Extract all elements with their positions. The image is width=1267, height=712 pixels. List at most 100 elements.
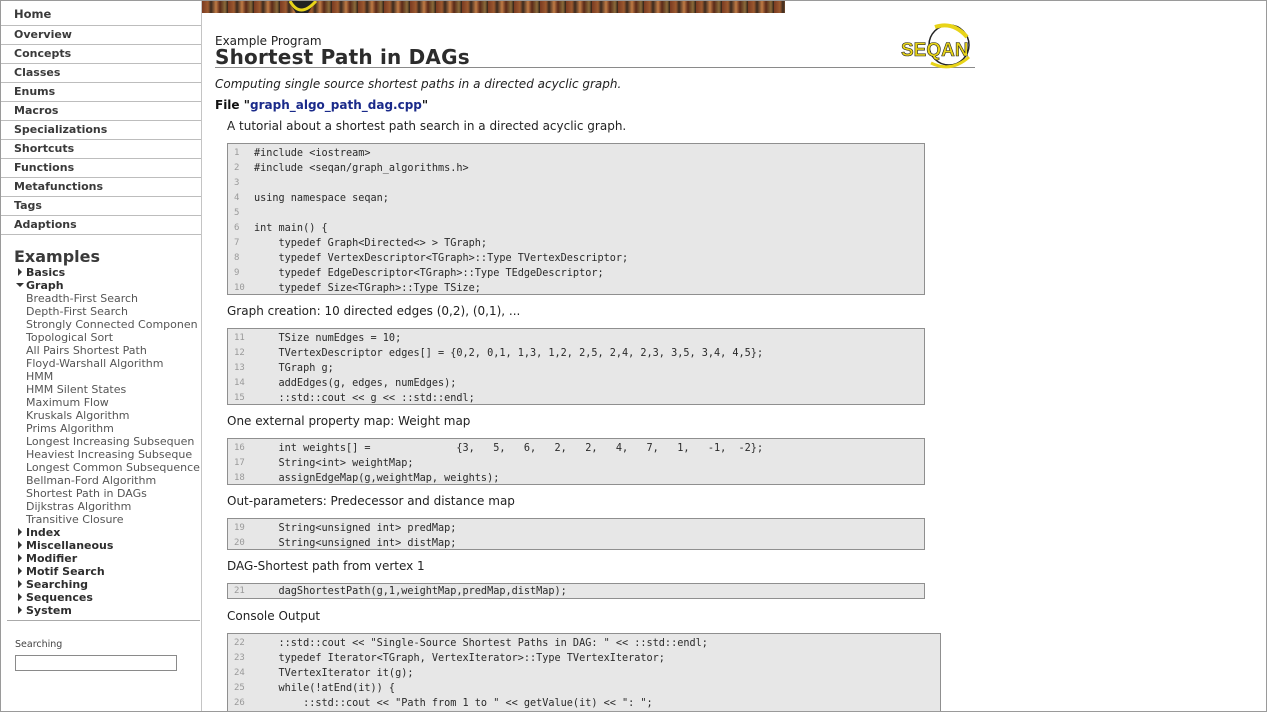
sidebar-divider <box>7 620 200 621</box>
collapsed-triangle-icon <box>18 541 22 549</box>
code-block: 11 TSize numEdges = 10; 12 TVertexDescri… <box>227 328 925 405</box>
example-link[interactable]: All Pairs Shortest Path <box>1 344 201 357</box>
line-number: 16 <box>234 443 245 453</box>
example-link[interactable]: Prims Algorithm <box>1 422 201 435</box>
tree-category-label: Searching <box>26 578 89 591</box>
line-number: 17 <box>234 458 245 468</box>
tree-category-system[interactable]: System <box>1 604 201 617</box>
tree-category-motif-search[interactable]: Motif Search <box>1 565 201 578</box>
line-number: 10 <box>234 283 245 293</box>
line-number: 4 <box>234 193 240 203</box>
code-line: 24 TVertexIterator it(g); <box>228 666 940 681</box>
code-line: 5 <box>228 206 924 221</box>
graph-items-container: Breadth-First Search Depth-First Search … <box>1 292 201 526</box>
code-text: while(!atEnd(it)) { <box>254 683 396 694</box>
section-description: One external property map: Weight map <box>227 414 471 428</box>
examples-tree: Basics Graph Breadth-First Search Depth-… <box>1 266 201 617</box>
line-number: 3 <box>234 178 240 188</box>
graph-example-list: Breadth-First Search Depth-First Search … <box>1 292 201 526</box>
tree-category-miscellaneous[interactable]: Miscellaneous <box>1 539 201 552</box>
example-link[interactable]: Depth-First Search <box>1 305 201 318</box>
code-text: typedef VertexDescriptor<TGraph>::Type T… <box>254 253 629 264</box>
browser-viewport: Home Overview Concepts Classes Enums Mac… <box>0 0 1267 712</box>
tree-category-modifier[interactable]: Modifier <box>1 552 201 565</box>
file-line: File "graph_algo_path_dag.cpp" <box>215 98 428 112</box>
nav-home[interactable]: Home <box>1 1 201 26</box>
code-text: String<unsigned int> distMap; <box>254 538 457 549</box>
example-link[interactable]: Floyd-Warshall Algorithm <box>1 357 201 370</box>
line-number: 23 <box>234 653 245 663</box>
collapsed-triangle-icon <box>18 593 22 601</box>
code-line: 8 typedef VertexDescriptor<TGraph>::Type… <box>228 251 924 266</box>
line-number: 26 <box>234 698 245 708</box>
code-block: 21 dagShortestPath(g,1,weightMap,predMap… <box>227 583 925 599</box>
line-number: 18 <box>234 473 245 483</box>
code-line: 1 #include <iostream> <box>228 146 924 161</box>
search-input[interactable] <box>15 655 177 671</box>
code-text: addEdges(g, edges, numEdges); <box>254 378 457 389</box>
collapsed-triangle-icon <box>18 554 22 562</box>
code-line: 10 typedef Size<TGraph>::Type TSize; <box>228 281 924 296</box>
example-link[interactable]: Heaviest Increasing Subseque <box>1 448 201 461</box>
example-link[interactable]: Dijkstras Algorithm <box>1 500 201 513</box>
line-number: 11 <box>234 333 245 343</box>
line-number: 8 <box>234 253 240 263</box>
tree-category-index[interactable]: Index <box>1 526 201 539</box>
nav-tags[interactable]: Tags <box>1 197 201 216</box>
code-text: typedef Graph<Directed<> > TGraph; <box>254 238 488 249</box>
code-text: TVertexIterator it(g); <box>254 668 414 679</box>
code-line: 16 int weights[] = {3, 5, 6, 2, 2, 4, 7,… <box>228 441 924 456</box>
example-link[interactable]: Kruskals Algorithm <box>1 409 201 422</box>
code-text: int main() { <box>254 223 328 234</box>
tree-category-basics[interactable]: Basics <box>1 266 201 279</box>
example-link[interactable]: Strongly Connected Componen <box>1 318 201 331</box>
nav-metafunctions[interactable]: Metafunctions <box>1 178 201 197</box>
nav-specializations[interactable]: Specializations <box>1 121 201 140</box>
page-title: Shortest Path in DAGs <box>215 45 470 69</box>
example-link[interactable]: Longest Common Subsequence <box>1 461 201 474</box>
code-text: TSize numEdges = 10; <box>254 333 402 344</box>
file-link[interactable]: graph_algo_path_dag.cpp <box>250 98 422 112</box>
code-text: String<int> weightMap; <box>254 458 414 469</box>
example-link[interactable]: Maximum Flow <box>1 396 201 409</box>
code-text: ::std::cout << g << ::std::endl; <box>254 393 475 404</box>
nav-adaptions[interactable]: Adaptions <box>1 216 201 235</box>
example-link[interactable]: HMM Silent States <box>1 383 201 396</box>
page-summary: Computing single source shortest paths i… <box>215 77 622 91</box>
example-link[interactable]: Bellman-Ford Algorithm <box>1 474 201 487</box>
banner-emblem-icon <box>288 1 318 13</box>
section-description: DAG-Shortest path from vertex 1 <box>227 559 425 573</box>
example-link[interactable]: Breadth-First Search <box>1 292 201 305</box>
tree-category-sequences[interactable]: Sequences <box>1 591 201 604</box>
example-link[interactable]: HMM <box>1 370 201 383</box>
code-text: dagShortestPath(g,1,weightMap,predMap,di… <box>254 586 567 597</box>
code-line: 23 typedef Iterator<TGraph, VertexIterat… <box>228 651 940 666</box>
code-block: 19 String<unsigned int> predMap; 20 Stri… <box>227 518 925 550</box>
code-line: 11 TSize numEdges = 10; <box>228 331 924 346</box>
file-suffix: " <box>421 98 429 112</box>
example-link[interactable]: Topological Sort <box>1 331 201 344</box>
line-number: 24 <box>234 668 245 678</box>
line-number: 19 <box>234 523 245 533</box>
example-link[interactable]: Longest Increasing Subsequen <box>1 435 201 448</box>
nav-overview[interactable]: Overview <box>1 26 201 45</box>
nav-functions[interactable]: Functions <box>1 159 201 178</box>
code-line: 3 <box>228 176 924 191</box>
tree-category-label: System <box>26 604 72 617</box>
nav-shortcuts[interactable]: Shortcuts <box>1 140 201 159</box>
nav-concepts[interactable]: Concepts <box>1 45 201 64</box>
nav-macros[interactable]: Macros <box>1 102 201 121</box>
nav-classes[interactable]: Classes <box>1 64 201 83</box>
tree-category-searching[interactable]: Searching <box>1 578 201 591</box>
tree-category-label: Modifier <box>26 552 78 565</box>
code-line: 4 using namespace seqan; <box>228 191 924 206</box>
tree-category-graph[interactable]: Graph <box>1 279 201 292</box>
code-line: 20 String<unsigned int> distMap; <box>228 536 924 551</box>
line-number: 15 <box>234 393 245 403</box>
example-link-current[interactable]: Shortest Path in DAGs <box>1 487 201 500</box>
code-text: int weights[] = {3, 5, 6, 2, 2, 4, 7, 1,… <box>254 443 764 454</box>
line-number: 25 <box>234 683 245 693</box>
section-description: Console Output <box>227 609 321 623</box>
nav-enums[interactable]: Enums <box>1 83 201 102</box>
example-link[interactable]: Transitive Closure <box>1 513 201 526</box>
